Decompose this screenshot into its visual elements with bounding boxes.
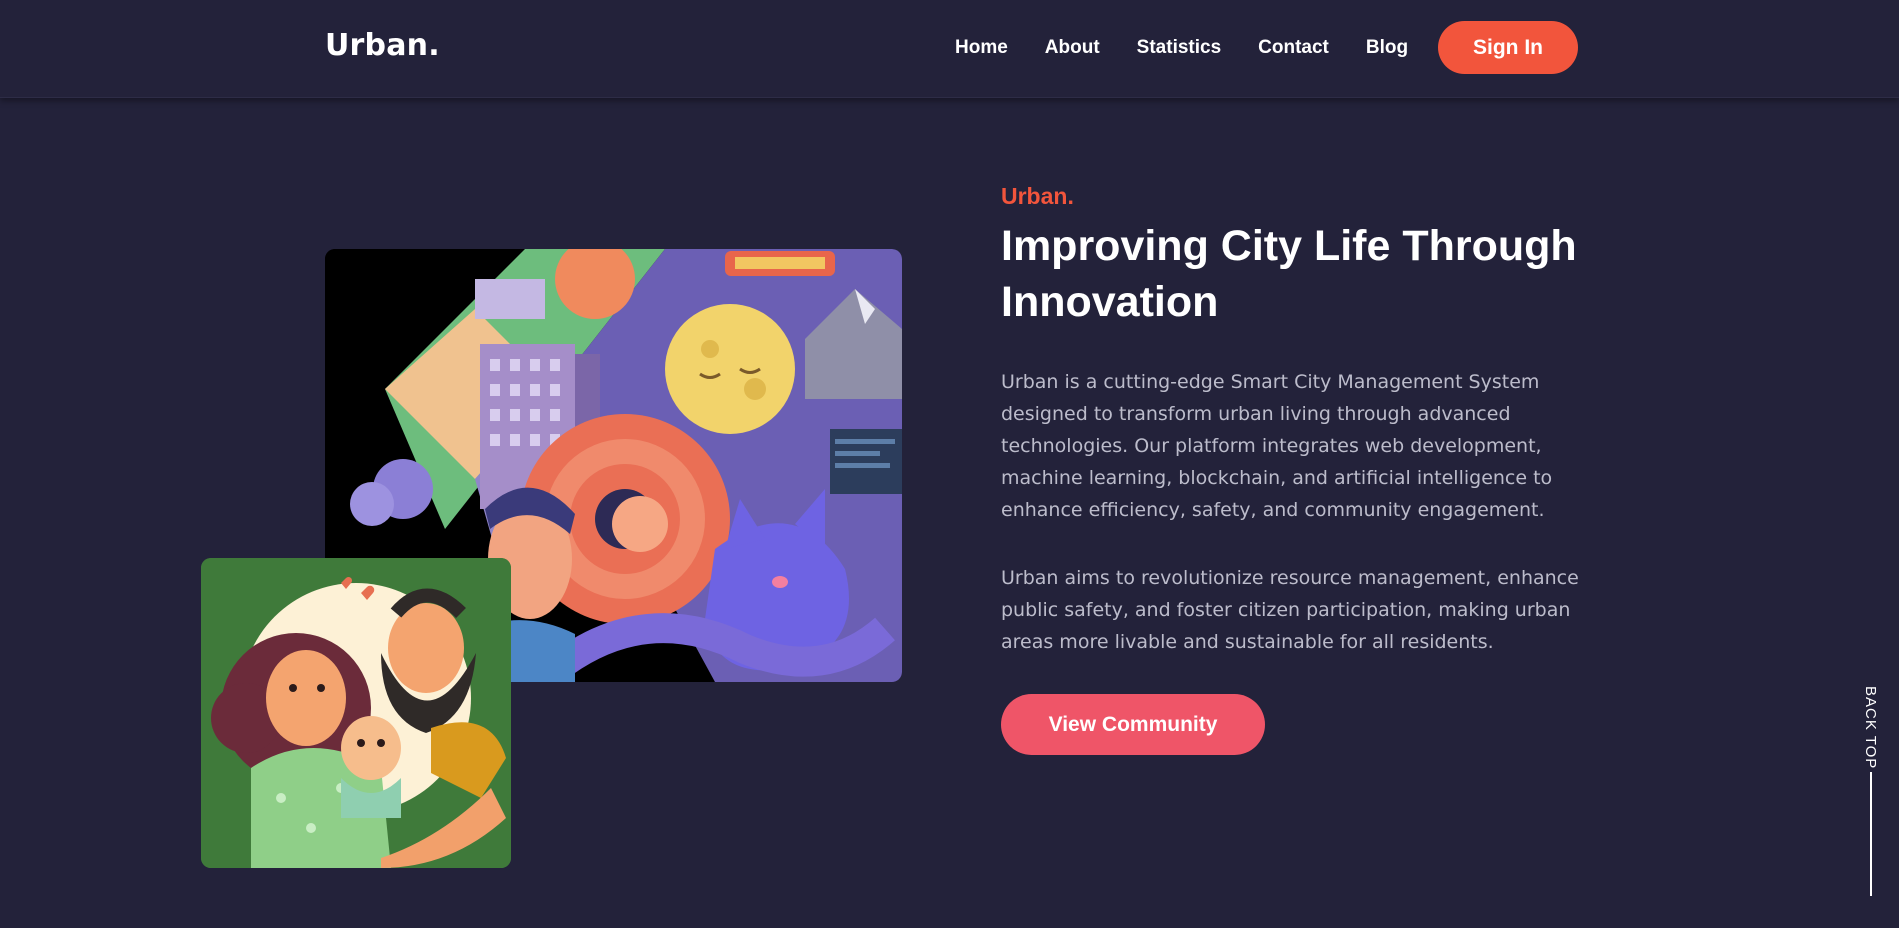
nav-about[interactable]: About: [1045, 37, 1100, 59]
hero-paragraph-2: Urban aims to revolutionize resource man…: [1001, 567, 1579, 653]
main-nav: Home About Statistics Contact Blog: [955, 37, 1445, 59]
hero-title: Improving City Life Through Innovation: [1001, 222, 1577, 326]
nav-contact[interactable]: Contact: [1258, 37, 1329, 59]
sign-in-button[interactable]: Sign In: [1438, 21, 1578, 74]
site-header: Urban. Home About Statistics Contact Blo…: [0, 0, 1899, 98]
logo[interactable]: Urban.: [325, 28, 440, 63]
view-community-button[interactable]: View Community: [1001, 694, 1265, 755]
nav-home[interactable]: Home: [955, 37, 1008, 59]
family-illustration: [201, 558, 511, 868]
page: Urban. Home About Statistics Contact Blo…: [0, 0, 1899, 928]
section-eyebrow: Urban.: [1001, 183, 1074, 209]
back-top-line: [1870, 772, 1872, 896]
hero-paragraph-1: Urban is a cutting-edge Smart City Manag…: [1001, 371, 1553, 521]
nav-blog[interactable]: Blog: [1366, 37, 1408, 59]
back-top-link[interactable]: BACK TOP: [1862, 686, 1879, 769]
nav-statistics[interactable]: Statistics: [1137, 37, 1221, 59]
